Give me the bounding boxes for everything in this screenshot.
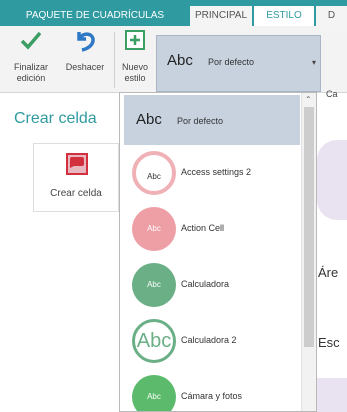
scrollbar-thumb[interactable] xyxy=(304,107,314,347)
list-item[interactable]: Abc Access settings 2 xyxy=(124,147,300,201)
new-style-button[interactable]: Nuevo estilo xyxy=(116,28,154,92)
list-item[interactable]: Abc Action Cell xyxy=(124,203,300,257)
style-dropdown-list: Abc Por defecto Abc Access settings 2 Ab… xyxy=(119,92,317,412)
create-cell-card[interactable]: Crear celda xyxy=(33,143,119,212)
list-item[interactable]: Abc Cámara y fotos xyxy=(124,371,300,411)
ribbon-tab-bar: PAQUETE DE CUADRÍCULAS PRINCIPAL ESTILO … xyxy=(0,0,347,26)
background-shape xyxy=(317,140,347,220)
list-item-label: Calculadora xyxy=(181,279,230,289)
checkmark-icon xyxy=(20,31,42,50)
undo-button[interactable]: Deshacer xyxy=(60,28,110,92)
style-preview-abc: Abc xyxy=(167,52,193,69)
chevron-down-icon[interactable]: ▾ xyxy=(312,58,316,67)
new-style-label: Nuevo estilo xyxy=(121,62,148,83)
list-item-selected[interactable]: Abc Por defecto xyxy=(124,95,300,145)
tab-paquete-de-cuadriculas[interactable]: PAQUETE DE CUADRÍCULAS xyxy=(2,6,188,26)
style-current-label: Por defecto xyxy=(208,57,255,67)
background-label-area: Áre xyxy=(318,265,339,280)
list-item[interactable]: Abc Calculadora xyxy=(124,259,300,313)
background-shape xyxy=(317,378,347,412)
ribbon-divider xyxy=(114,32,115,88)
tab-partial[interactable]: D xyxy=(316,6,347,26)
tab-principal[interactable]: PRINCIPAL xyxy=(190,6,252,26)
chevron-up-icon[interactable]: ⌃ xyxy=(305,95,312,104)
style-selector[interactable]: Abc Por defecto ▾ xyxy=(156,35,321,92)
list-item-label: Access settings 2 xyxy=(181,167,252,177)
style-swatch: Abc xyxy=(132,375,176,411)
finish-editing-button[interactable]: Finalizar edición xyxy=(4,28,58,92)
style-preview-abc: Abc xyxy=(136,111,162,128)
add-square-icon xyxy=(125,30,145,50)
style-swatch: Abc xyxy=(132,207,176,251)
dropdown-scrollbar[interactable]: ⌃ xyxy=(301,93,316,411)
undo-icon xyxy=(77,32,95,52)
ribbon-partial-label: Ca xyxy=(326,89,338,99)
background-label-esc: Esc xyxy=(318,335,340,350)
style-swatch: Abc xyxy=(132,319,176,363)
cell-icon xyxy=(66,153,88,175)
panel-title: Crear celda xyxy=(14,110,97,127)
tab-estilo[interactable]: ESTILO xyxy=(254,6,314,26)
list-item-label: Action Cell xyxy=(181,223,225,233)
list-item[interactable]: Abc Calculadora 2 xyxy=(124,315,300,369)
create-cell-label: Crear celda xyxy=(50,188,102,199)
list-item-label: Calculadora 2 xyxy=(181,335,237,345)
list-item-label: Cámara y fotos xyxy=(181,391,243,401)
list-item-label: Por defecto xyxy=(177,116,224,126)
style-swatch: Abc xyxy=(132,263,176,307)
undo-label: Deshacer xyxy=(65,62,105,72)
style-swatch: Abc xyxy=(132,151,176,195)
finish-editing-label: Finalizar edición xyxy=(13,62,48,83)
